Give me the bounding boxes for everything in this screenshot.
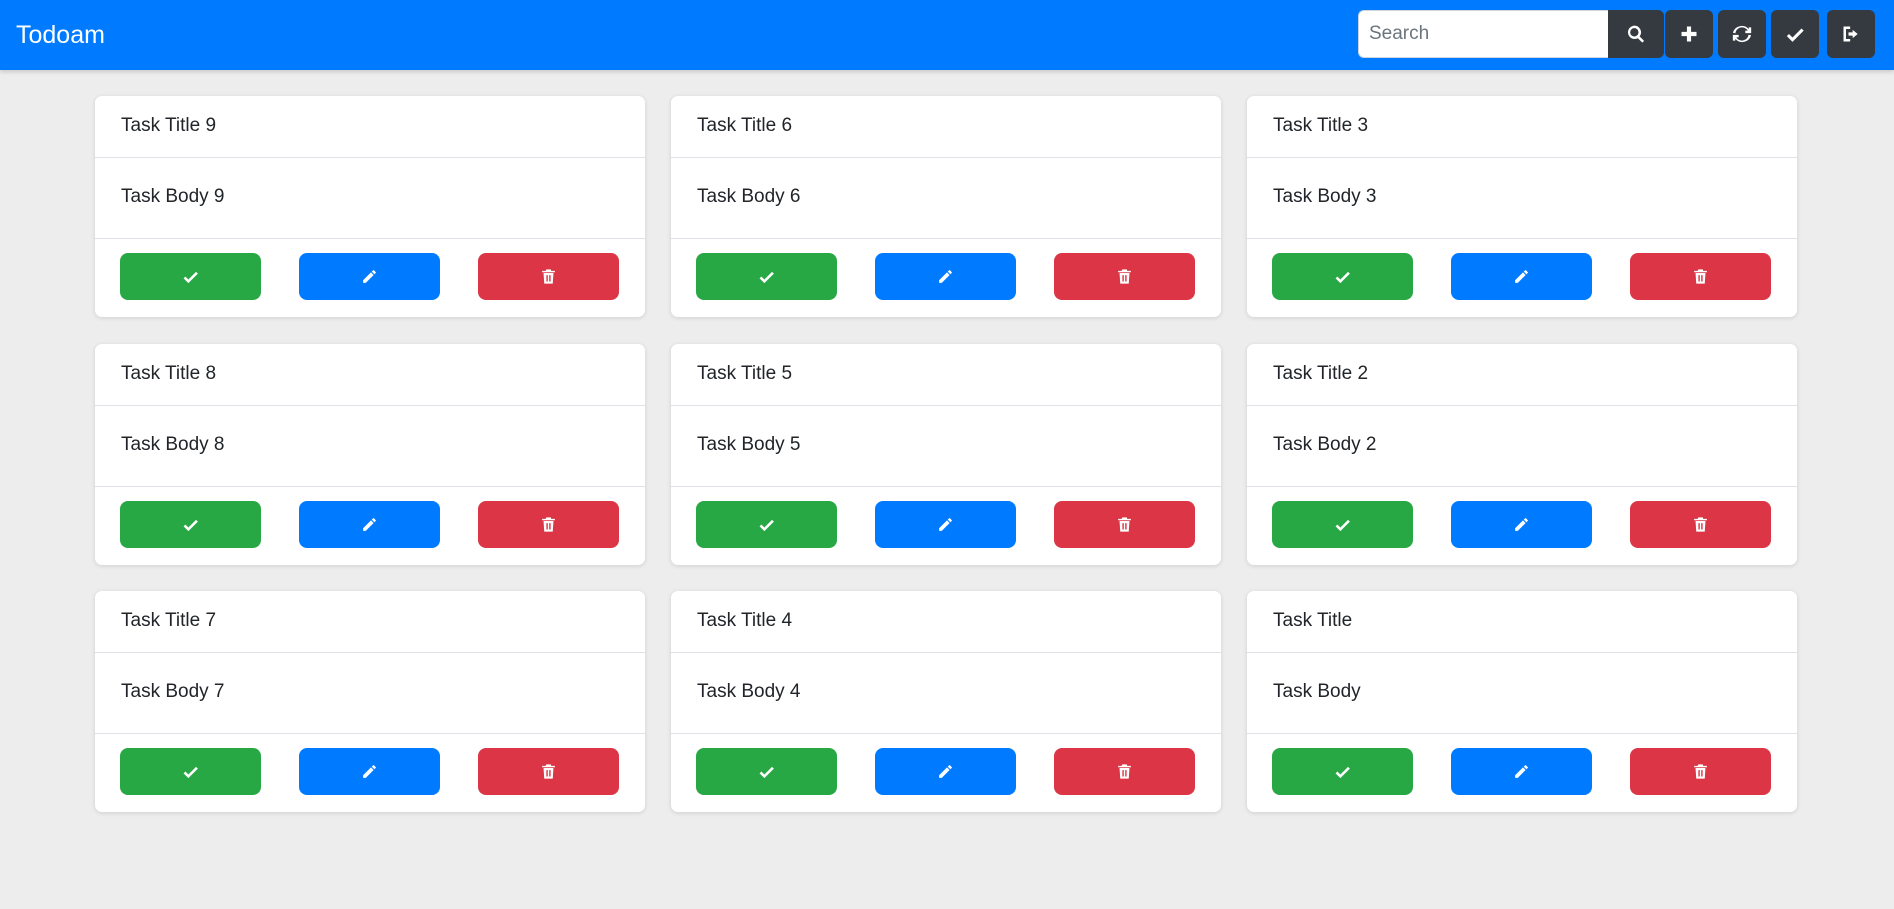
task-body: Task Body 5	[671, 406, 1221, 487]
check-icon	[759, 766, 774, 779]
edit-task-button[interactable]	[875, 253, 1016, 300]
task-title: Task Title 6	[671, 96, 1221, 158]
edit-task-button[interactable]	[299, 748, 440, 795]
pencil-icon	[939, 765, 952, 778]
delete-task-button[interactable]	[1630, 748, 1771, 795]
sign-out-icon	[1843, 26, 1858, 42]
check-icon	[183, 271, 198, 284]
delete-task-button[interactable]	[1054, 748, 1195, 795]
pencil-icon	[363, 765, 376, 778]
trash-icon	[542, 269, 555, 284]
task-body: Task Body 6	[671, 158, 1221, 239]
refresh-button[interactable]	[1718, 10, 1766, 58]
edit-task-button[interactable]	[1451, 501, 1592, 548]
complete-task-button[interactable]	[120, 748, 261, 795]
trash-icon	[1118, 269, 1131, 284]
check-icon	[183, 766, 198, 779]
pencil-icon	[939, 518, 952, 531]
task-body: Task Body 3	[1247, 158, 1797, 239]
add-task-button[interactable]	[1665, 10, 1713, 58]
delete-task-button[interactable]	[478, 501, 619, 548]
complete-task-button[interactable]	[696, 501, 837, 548]
refresh-icon	[1732, 25, 1752, 43]
task-body: Task Body 8	[95, 406, 645, 487]
pencil-icon	[363, 270, 376, 283]
check-icon	[183, 519, 198, 532]
trash-icon	[1694, 517, 1707, 532]
check-icon	[1786, 28, 1804, 42]
sign-out-button[interactable]	[1827, 10, 1875, 58]
edit-task-button[interactable]	[1451, 748, 1592, 795]
task-title: Task Title 2	[1247, 344, 1797, 406]
pencil-icon	[363, 518, 376, 531]
delete-task-button[interactable]	[1630, 501, 1771, 548]
task-title: Task Title 4	[671, 591, 1221, 653]
check-icon	[1335, 519, 1350, 532]
completed-tasks-button[interactable]	[1771, 10, 1819, 58]
search-icon	[1627, 25, 1645, 43]
complete-task-button[interactable]	[1272, 501, 1413, 548]
search-group	[1358, 10, 1664, 58]
task-body: Task Body 2	[1247, 406, 1797, 487]
task-body: Task Body	[1247, 653, 1797, 734]
task-title: Task Title 3	[1247, 96, 1797, 158]
check-icon	[759, 519, 774, 532]
task-card: Task Title 7 Task Body 7	[95, 591, 645, 812]
delete-task-button[interactable]	[1054, 501, 1195, 548]
trash-icon	[542, 517, 555, 532]
complete-task-button[interactable]	[696, 748, 837, 795]
trash-icon	[1118, 764, 1131, 779]
pencil-icon	[939, 270, 952, 283]
complete-task-button[interactable]	[696, 253, 837, 300]
edit-task-button[interactable]	[875, 748, 1016, 795]
trash-icon	[1694, 764, 1707, 779]
complete-task-button[interactable]	[120, 501, 261, 548]
edit-task-button[interactable]	[299, 253, 440, 300]
pencil-icon	[1515, 270, 1528, 283]
task-card: Task Title 9 Task Body 9	[95, 96, 645, 317]
task-title: Task Title 7	[95, 591, 645, 653]
trash-icon	[1694, 269, 1707, 284]
task-title: Task Title 9	[95, 96, 645, 158]
edit-task-button[interactable]	[1451, 253, 1592, 300]
task-title: Task Title 8	[95, 344, 645, 406]
complete-task-button[interactable]	[120, 253, 261, 300]
delete-task-button[interactable]	[478, 748, 619, 795]
pencil-icon	[1515, 765, 1528, 778]
check-icon	[1335, 271, 1350, 284]
task-title: Task Title	[1247, 591, 1797, 653]
edit-task-button[interactable]	[299, 501, 440, 548]
delete-task-button[interactable]	[1054, 253, 1195, 300]
brand-title[interactable]: Todoam	[16, 20, 105, 50]
check-icon	[759, 271, 774, 284]
check-icon	[1335, 766, 1350, 779]
task-card: Task Title Task Body	[1247, 591, 1797, 812]
search-button[interactable]	[1608, 10, 1664, 58]
top-navbar: Todoam	[0, 0, 1894, 70]
task-title: Task Title 5	[671, 344, 1221, 406]
task-card: Task Title 8 Task Body 8	[95, 344, 645, 565]
task-card: Task Title 3 Task Body 3	[1247, 96, 1797, 317]
task-body: Task Body 9	[95, 158, 645, 239]
task-body: Task Body 4	[671, 653, 1221, 734]
task-body: Task Body 7	[95, 653, 645, 734]
delete-task-button[interactable]	[1630, 253, 1771, 300]
edit-task-button[interactable]	[875, 501, 1016, 548]
pencil-icon	[1515, 518, 1528, 531]
trash-icon	[542, 764, 555, 779]
trash-icon	[1118, 517, 1131, 532]
task-card: Task Title 5 Task Body 5	[671, 344, 1221, 565]
task-card: Task Title 6 Task Body 6	[671, 96, 1221, 317]
plus-icon	[1681, 26, 1697, 42]
delete-task-button[interactable]	[478, 253, 619, 300]
complete-task-button[interactable]	[1272, 748, 1413, 795]
task-card: Task Title 4 Task Body 4	[671, 591, 1221, 812]
complete-task-button[interactable]	[1272, 253, 1413, 300]
search-input[interactable]	[1358, 10, 1608, 58]
task-card: Task Title 2 Task Body 2	[1247, 344, 1797, 565]
